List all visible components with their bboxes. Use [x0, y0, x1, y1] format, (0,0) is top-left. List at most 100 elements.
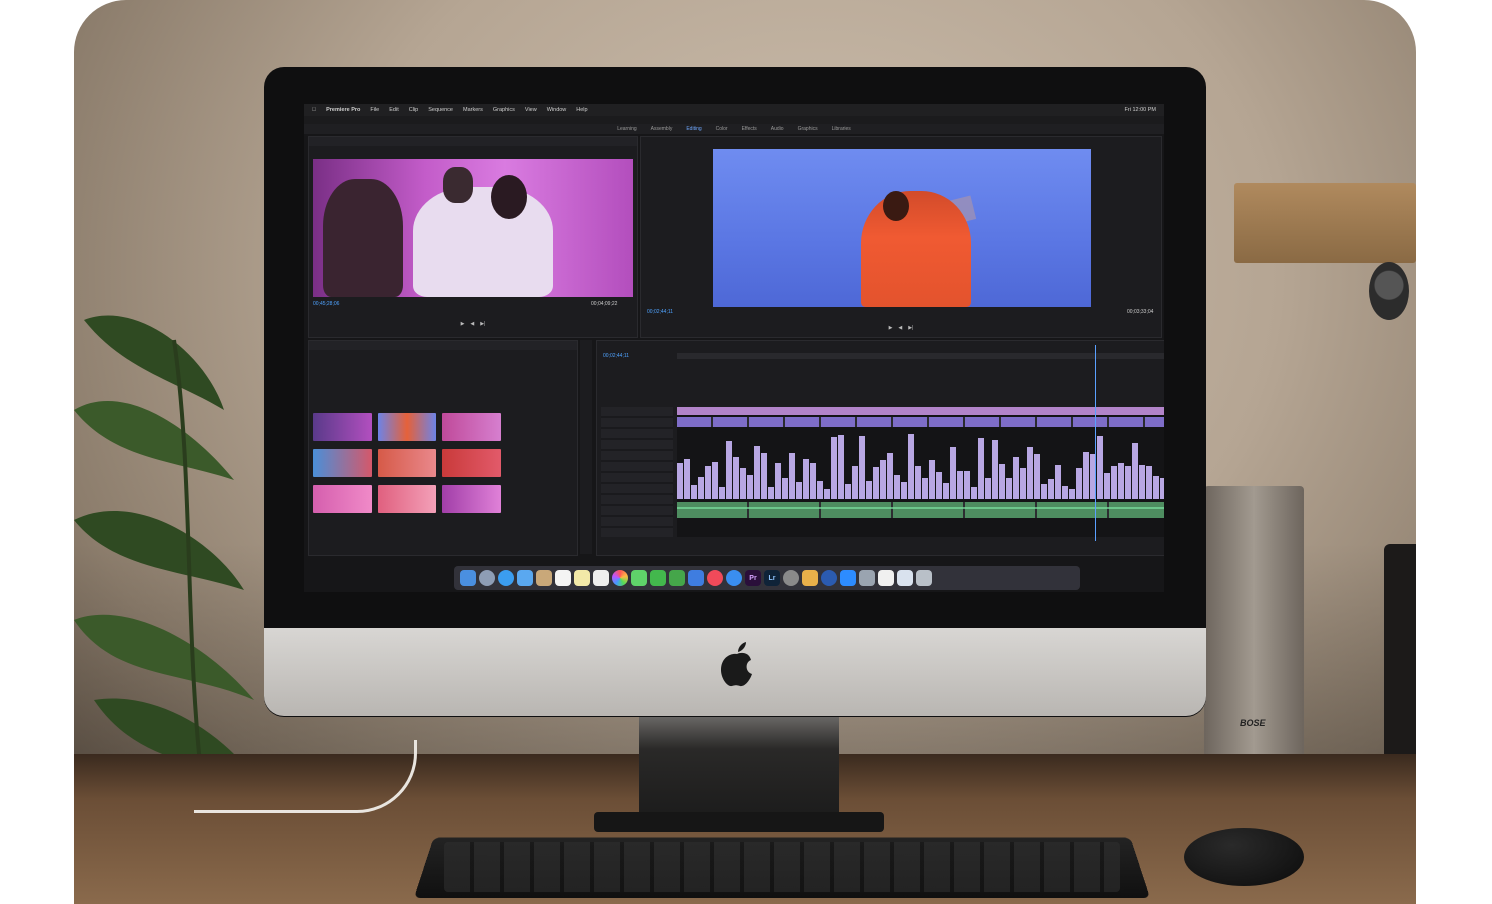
reminders-icon[interactable] — [593, 570, 609, 586]
audio-track[interactable] — [677, 502, 1164, 518]
timeline-clip[interactable] — [999, 464, 1005, 499]
timeline-clip[interactable] — [1069, 489, 1075, 499]
timeline-clip[interactable] — [1048, 479, 1054, 499]
bin-item[interactable] — [442, 485, 501, 515]
timeline-clip[interactable] — [845, 484, 851, 499]
premiere-pro-icon[interactable]: Pr — [745, 570, 761, 586]
timeline-clip[interactable] — [768, 487, 774, 499]
timeline-clip[interactable] — [789, 453, 795, 499]
timeline-clip[interactable] — [1146, 466, 1152, 499]
timeline-clip[interactable] — [712, 462, 718, 499]
timeline-clip[interactable] — [964, 471, 970, 499]
menu-view[interactable]: View — [525, 107, 537, 113]
timeline-ruler[interactable] — [677, 353, 1164, 359]
menu-clip[interactable]: Clip — [409, 107, 418, 113]
timeline-clip[interactable] — [775, 463, 781, 499]
menu-file[interactable]: File — [370, 107, 379, 113]
menu-help[interactable]: Help — [576, 107, 587, 113]
timeline-clip[interactable] — [957, 471, 963, 499]
timeline-clip[interactable] — [992, 440, 998, 499]
playhead[interactable] — [1095, 345, 1096, 541]
timeline-clip[interactable] — [880, 460, 886, 499]
timeline-clip[interactable] — [1153, 476, 1159, 499]
timeline-clip[interactable] — [873, 467, 879, 499]
timeline-clip[interactable] — [824, 489, 830, 499]
timeline-clip[interactable] — [754, 446, 760, 499]
timeline-clip[interactable] — [894, 475, 900, 499]
timeline-clip[interactable] — [1013, 457, 1019, 499]
bin-item[interactable] — [377, 413, 437, 443]
facetime-icon[interactable] — [650, 570, 666, 586]
zoom-icon[interactable] — [840, 570, 856, 586]
timeline-clip[interactable] — [803, 459, 809, 499]
timeline-clip[interactable] — [929, 460, 935, 499]
bin-item[interactable] — [313, 413, 372, 443]
apple-menu-icon[interactable]:  — [312, 107, 316, 113]
timeline-clip[interactable] — [922, 478, 928, 499]
tab-assembly[interactable]: Assembly — [651, 126, 673, 132]
tab-graphics[interactable]: Graphics — [798, 126, 818, 132]
timeline-clip[interactable] — [1041, 484, 1047, 499]
menu-sequence[interactable]: Sequence — [428, 107, 453, 113]
timeline-clip[interactable] — [838, 435, 844, 499]
bin-item[interactable] — [377, 485, 437, 515]
timeline-clip[interactable] — [852, 466, 858, 499]
timeline-clip[interactable] — [901, 482, 907, 499]
bin-item[interactable] — [442, 449, 501, 479]
timeline-clip[interactable] — [1104, 473, 1110, 499]
tab-learning[interactable]: Learning — [617, 126, 636, 132]
timeline-clip[interactable] — [831, 437, 837, 499]
timeline-clip[interactable] — [915, 466, 921, 499]
timeline-clip[interactable] — [1055, 465, 1061, 499]
timeline-clip[interactable] — [1062, 486, 1068, 499]
timeline-clip[interactable] — [1118, 463, 1124, 499]
timeline-clip[interactable] — [1132, 443, 1138, 499]
timeline-clip[interactable] — [747, 475, 753, 499]
timeline-clip[interactable] — [887, 453, 893, 499]
timeline-clip[interactable] — [978, 438, 984, 499]
timeline-clip[interactable] — [971, 487, 977, 499]
step-back-icon[interactable]: ◀ — [470, 321, 474, 329]
timeline-clip[interactable] — [1125, 466, 1131, 499]
bin-item[interactable] — [313, 485, 372, 515]
timeline-clip[interactable] — [684, 459, 690, 499]
numbers-icon[interactable] — [669, 570, 685, 586]
timeline-clip[interactable] — [761, 453, 767, 499]
timeline-tracks[interactable] — [677, 407, 1164, 537]
timeline-clip[interactable] — [782, 478, 788, 499]
timeline-clip[interactable] — [1076, 468, 1082, 499]
menu-edit[interactable]: Edit — [389, 107, 398, 113]
tab-color[interactable]: Color — [716, 126, 728, 132]
source-video-frame[interactable] — [313, 159, 633, 297]
safari-icon[interactable] — [498, 570, 514, 586]
menu-window[interactable]: Window — [547, 107, 567, 113]
calendar-icon[interactable] — [555, 570, 571, 586]
bin-item[interactable] — [377, 449, 437, 479]
timeline-clip[interactable] — [908, 434, 914, 499]
timeline-clip[interactable] — [859, 436, 865, 499]
notes-icon[interactable] — [574, 570, 590, 586]
photos-icon[interactable] — [612, 570, 628, 586]
bin-item[interactable] — [313, 449, 372, 479]
timeline-clip[interactable] — [796, 482, 802, 499]
lightroom-icon[interactable]: Lr — [764, 570, 780, 586]
program-video-frame[interactable] — [713, 149, 1091, 307]
menu-markers[interactable]: Markers — [463, 107, 483, 113]
tab-audio[interactable]: Audio — [771, 126, 784, 132]
timeline-clip[interactable] — [1111, 466, 1117, 499]
tab-libraries[interactable]: Libraries — [832, 126, 851, 132]
timeline-clip[interactable] — [677, 463, 683, 499]
timeline-clip[interactable] — [1006, 478, 1012, 499]
finder-icon[interactable] — [460, 570, 476, 586]
timeline-clip[interactable] — [810, 463, 816, 499]
step-forward-icon[interactable]: ▶| — [480, 321, 485, 329]
play-icon[interactable]: ▶ — [461, 321, 465, 329]
trash-icon[interactable] — [916, 570, 932, 586]
timeline-clip[interactable] — [1027, 447, 1033, 499]
launchpad-icon[interactable] — [479, 570, 495, 586]
menu-graphics[interactable]: Graphics — [493, 107, 515, 113]
folder-icon[interactable] — [802, 570, 818, 586]
timeline-clip[interactable] — [1020, 468, 1026, 499]
step-back-icon[interactable]: ◀ — [898, 325, 902, 333]
video-clip-track[interactable] — [677, 417, 1164, 427]
